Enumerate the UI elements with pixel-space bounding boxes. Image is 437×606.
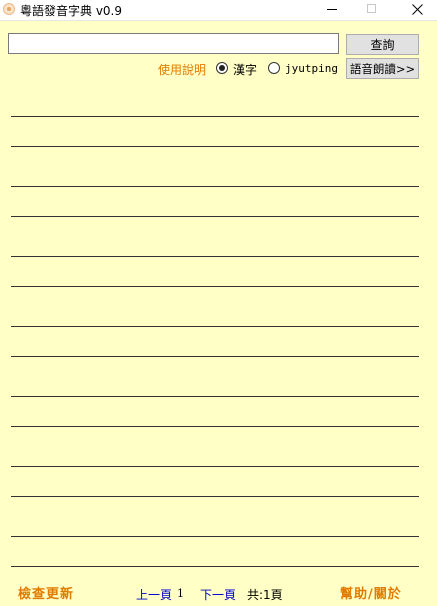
result-line (11, 566, 419, 567)
radio-hanzi-label[interactable]: 漢字 (233, 61, 257, 78)
window-title: 粵語發音字典 v0.9 (20, 4, 123, 18)
result-line (11, 326, 419, 327)
close-button[interactable] (397, 0, 437, 20)
help-about-link[interactable]: 幫助/關於 (340, 583, 402, 602)
total-pages: 共:1頁 (247, 588, 283, 602)
result-line (11, 396, 419, 397)
result-line (11, 356, 419, 357)
close-icon (412, 4, 423, 15)
prev-page-link[interactable]: 上一頁 (136, 586, 172, 603)
page-number: 1 (177, 587, 184, 600)
maximize-button[interactable] (352, 0, 392, 20)
result-line (11, 536, 419, 537)
result-line (11, 426, 419, 427)
result-line (11, 496, 419, 497)
title-bar: 粵語發音字典 v0.9 (0, 0, 437, 21)
query-button[interactable]: 查詢 (346, 34, 419, 55)
result-line (11, 466, 419, 467)
next-page-link[interactable]: 下一頁 (200, 586, 236, 603)
app-icon (3, 3, 15, 15)
result-line (11, 146, 419, 147)
tts-button[interactable]: 語音朗讀>> (346, 58, 419, 79)
result-line (11, 116, 419, 117)
result-line (11, 186, 419, 187)
result-line (11, 216, 419, 217)
minimize-button[interactable] (312, 0, 352, 20)
result-line (11, 256, 419, 257)
radio-jyutping-label[interactable]: jyutping (285, 62, 338, 75)
radio-jyutping[interactable] (268, 62, 280, 74)
help-link[interactable]: 使用說明 (158, 61, 206, 78)
search-input[interactable] (8, 33, 339, 54)
result-line (11, 286, 419, 287)
radio-hanzi[interactable] (216, 62, 228, 74)
check-update-link[interactable]: 檢查更新 (18, 583, 74, 602)
